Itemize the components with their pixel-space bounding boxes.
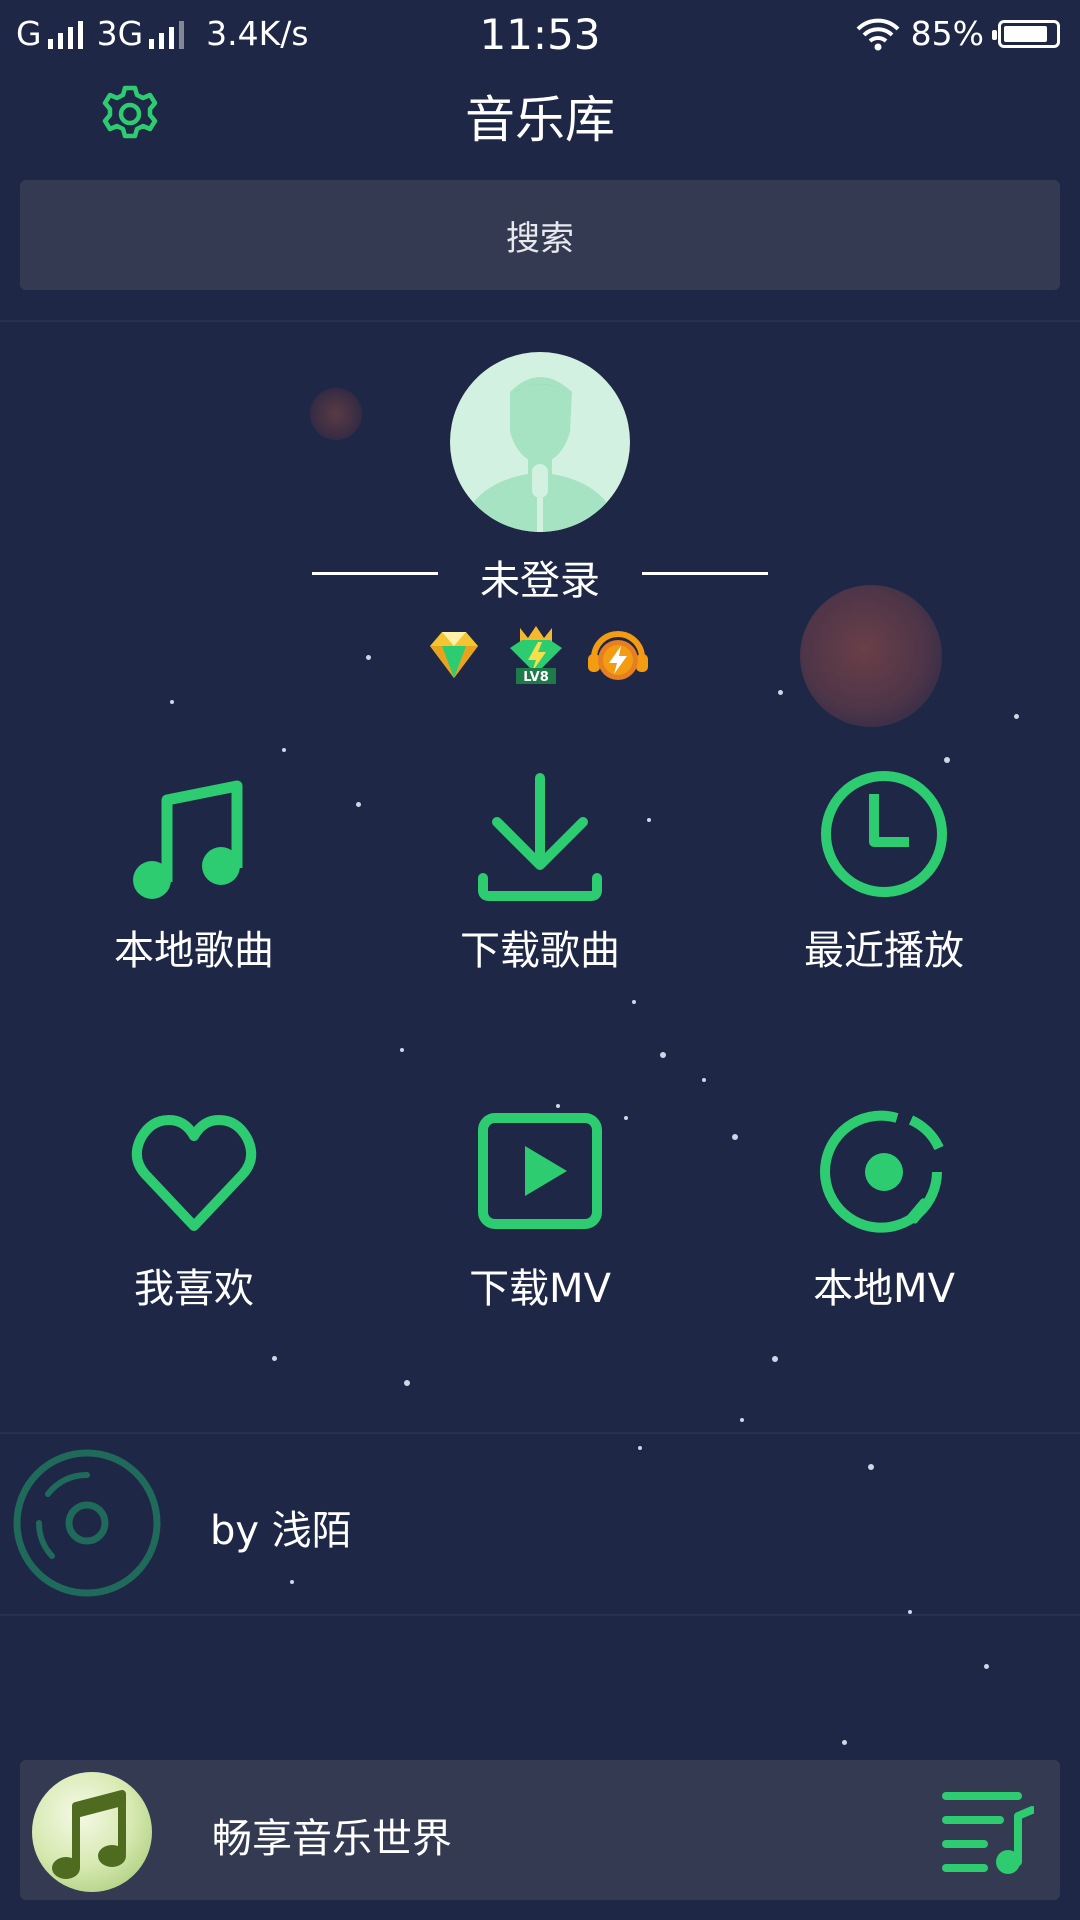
divider — [0, 1614, 1080, 1616]
divider — [0, 320, 1080, 322]
battery-percent: 85% — [910, 14, 984, 53]
background-planet — [800, 585, 942, 727]
background-star — [366, 655, 371, 660]
grid-item-label: 最近播放 — [804, 928, 964, 974]
background-star — [1014, 714, 1019, 719]
grid-item-label: 本地MV — [813, 1266, 955, 1312]
now-playing-row[interactable]: by 浅陌 — [0, 1434, 1080, 1614]
background-star — [282, 748, 286, 752]
search-input[interactable]: 搜索 — [20, 180, 1060, 290]
grid-item-favorites[interactable]: 我喜欢 — [44, 1108, 344, 1358]
background-star — [944, 757, 950, 763]
clock-icon — [821, 771, 947, 897]
music-note-icon — [52, 1790, 126, 1879]
level-lv8-icon[interactable]: LV8 — [502, 624, 570, 688]
background-star — [660, 1052, 666, 1058]
now-playing-text: by 浅陌 — [210, 1508, 352, 1554]
grid-item-label: 下载MV — [469, 1266, 611, 1312]
level-text: LV8 — [523, 670, 549, 685]
grid-item-label: 我喜欢 — [134, 1266, 254, 1312]
decor-line-right — [642, 572, 768, 575]
grid-item-local-mv[interactable]: 本地MV — [734, 1108, 1034, 1358]
background-star — [984, 1664, 989, 1669]
grid-item-recent-plays[interactable]: 最近播放 — [734, 770, 1034, 1020]
album-art[interactable] — [32, 1772, 152, 1892]
grid-item-local-songs[interactable]: 本地歌曲 — [44, 770, 344, 1020]
music-library-screen: G 3G 3.4K/s 11:53 85% 音乐库 搜索 未登录 LV8 本地歌… — [0, 0, 1080, 1920]
battery-icon — [992, 19, 1060, 48]
grid-item-label: 下载歌曲 — [460, 928, 620, 974]
login-row[interactable]: 未登录 — [0, 544, 1080, 604]
login-status[interactable]: 未登录 — [0, 548, 1080, 606]
badges: LV8 — [420, 624, 660, 688]
user-silhouette-icon — [460, 377, 620, 532]
diamond-icon[interactable] — [420, 624, 488, 688]
background-star — [702, 1078, 706, 1082]
background-star — [404, 1380, 410, 1386]
page-title: 音乐库 — [465, 91, 615, 149]
grid-item-downloaded-songs[interactable]: 下载歌曲 — [390, 770, 690, 1020]
playlist-icon[interactable] — [942, 1790, 1034, 1874]
background-star — [400, 1048, 404, 1052]
heart-icon — [131, 1115, 257, 1231]
background-star — [842, 1740, 847, 1745]
status-bar: G 3G 3.4K/s 11:53 85% — [0, 0, 1080, 76]
local-mv-icon — [820, 1110, 944, 1233]
background-planet — [310, 388, 362, 440]
music-note-icon — [133, 780, 243, 899]
header: 音乐库 — [0, 76, 1080, 176]
player-title: 畅享音乐世界 — [212, 1816, 452, 1862]
disc-icon — [13, 1449, 161, 1597]
background-star — [778, 690, 783, 695]
grid-item-downloaded-mv[interactable]: 下载MV — [390, 1108, 690, 1358]
avatar[interactable] — [450, 352, 630, 532]
wifi-icon — [856, 18, 900, 50]
background-star — [356, 802, 361, 807]
background-star — [170, 700, 174, 704]
background-star — [740, 1418, 744, 1422]
download-icon — [478, 773, 602, 901]
video-play-icon — [478, 1113, 602, 1229]
speed-boost-icon[interactable] — [584, 624, 652, 688]
status-right: 85% — [855, 14, 1060, 53]
mini-player[interactable]: 畅享音乐世界 — [20, 1760, 1060, 1900]
grid-item-label: 本地歌曲 — [114, 928, 274, 974]
